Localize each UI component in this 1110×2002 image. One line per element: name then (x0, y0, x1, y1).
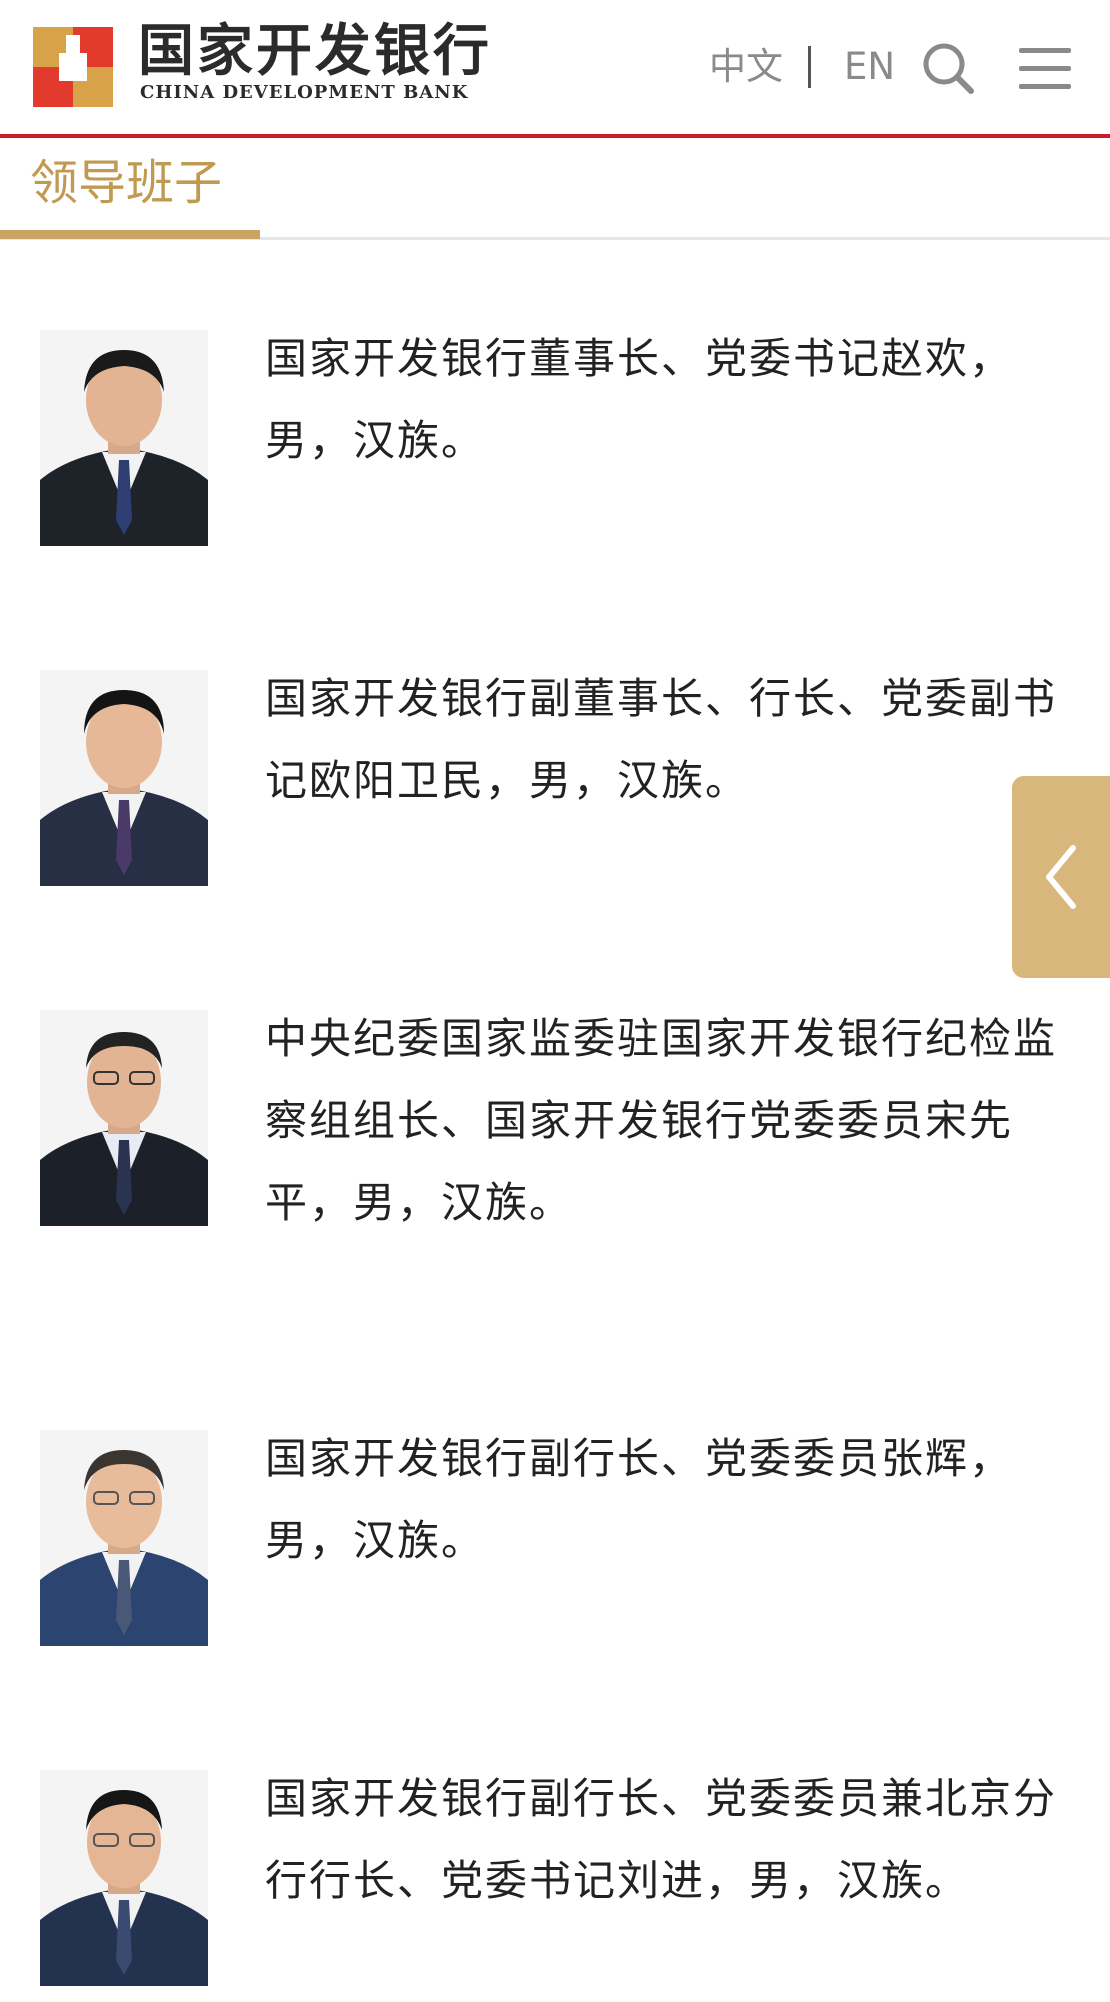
side-tab-button[interactable] (1012, 776, 1110, 978)
leader-photo (40, 330, 208, 546)
leader-description: 国家开发银行副行长、党委委员张辉，男，汉族。 (265, 1434, 1014, 1565)
section-tab-bar: 领导班子 (0, 138, 1110, 240)
lang-zh-link[interactable]: 中文 (709, 48, 783, 85)
lang-divider (808, 46, 811, 88)
leader-photo (40, 1010, 208, 1226)
leader-photo (40, 1770, 208, 1986)
menu-icon[interactable] (1017, 46, 1073, 92)
logo-title-en: CHINA DEVELOPMENT BANK (140, 82, 469, 103)
leader-description: 国家开发银行副董事长、行长、党委副书记欧阳卫民，男，汉族。 (265, 674, 1058, 805)
leader-description: 国家开发银行副行长、党委委员兼北京分行行长、党委书记刘进，男，汉族。 (265, 1774, 1058, 1905)
section-underline (0, 230, 260, 239)
leader-photo (40, 670, 208, 886)
search-icon[interactable] (920, 40, 976, 96)
section-title[interactable]: 领导班子 (30, 150, 222, 217)
site-header: 国家开发银行 CHINA DEVELOPMENT BANK 中文 EN (0, 0, 1110, 138)
logo-title-cn: 国家开发银行 (138, 18, 492, 84)
lang-en-link[interactable]: EN (844, 48, 895, 85)
logo-icon[interactable] (33, 27, 113, 107)
chevron-left-icon (1046, 845, 1076, 909)
leader-description: 国家开发银行董事长、党委书记赵欢，男，汉族。 (265, 334, 1014, 465)
leader-description: 中央纪委国家监委驻国家开发银行纪检监察组组长、国家开发银行党委委员宋先平，男，汉… (265, 1014, 1058, 1227)
leader-photo (40, 1430, 208, 1646)
